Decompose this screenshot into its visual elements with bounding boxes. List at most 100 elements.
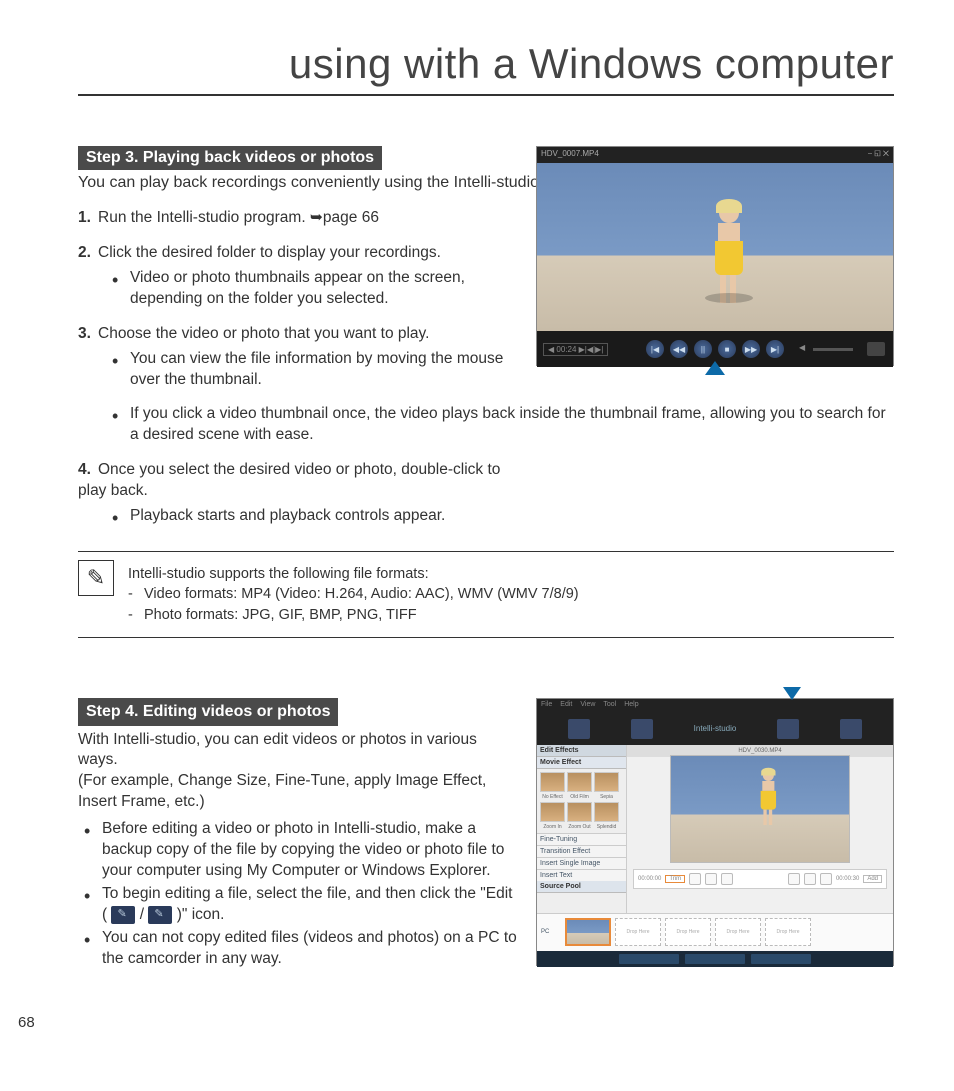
editor-bottom-bar: [537, 951, 893, 967]
page-number: 68: [18, 1014, 35, 1031]
add-button[interactable]: Add: [863, 875, 882, 883]
step3-item-1: 1.Run the Intelli-studio program. ➥page …: [78, 208, 518, 229]
editor-menubar: File Edit View Tool Help: [537, 699, 893, 713]
window-controls-icon: ⎯ ◱ ✕: [868, 149, 889, 161]
step3-item-3-text: Choose the video or photo that you want …: [98, 325, 429, 342]
timeline-start: 00:00:00: [638, 876, 661, 882]
step4-bullet-2: To begin editing a file, select the file…: [102, 884, 518, 926]
clip-selected[interactable]: [565, 918, 611, 946]
side-item-insert-text[interactable]: Insert Text: [537, 869, 626, 881]
tl-btn[interactable]: [705, 873, 717, 885]
editor-main: HDV_0030.MP4 00:00:00 Trim 00:00:30 Add: [627, 745, 893, 913]
effect-thumb[interactable]: [540, 802, 565, 822]
menu-file[interactable]: File: [541, 701, 552, 711]
toolbar-btn-3[interactable]: [777, 719, 799, 739]
note-line-3: Photo formats: JPG, GIF, BMP, PNG, TIFF: [128, 605, 894, 625]
step3-section: Step 3. Playing back videos or photos Yo…: [78, 146, 894, 527]
step4-bullet-1: Before editing a video or photo in Intel…: [102, 819, 518, 882]
note-line-2: Video formats: MP4 (Video: H.264, Audio:…: [128, 584, 894, 604]
prev-button[interactable]: |◀: [646, 340, 664, 358]
menu-help[interactable]: Help: [624, 701, 638, 711]
side-source-pool[interactable]: Source Pool: [537, 881, 626, 893]
step3-label: Step 3. Playing back videos or photos: [78, 146, 382, 170]
menu-tool[interactable]: Tool: [603, 701, 616, 711]
step4-bullet-3: You can not copy edited files (videos an…: [102, 928, 518, 970]
tl-btn[interactable]: [721, 873, 733, 885]
callout-arrow-icon: [705, 361, 725, 375]
player-screenshot: HDV_0007.MP4 ⎯ ◱ ✕ ◀ 00:24 ▶|◀|▶| |◀ ◀◀ …: [536, 146, 894, 366]
tl-play-prev[interactable]: [788, 873, 800, 885]
step3-list: 1.Run the Intelli-studio program. ➥page …: [78, 208, 518, 390]
menu-edit[interactable]: Edit: [560, 701, 572, 711]
clip-drop-4[interactable]: Drop Here: [765, 918, 811, 946]
volume-slider[interactable]: [813, 348, 853, 351]
snapshot-button[interactable]: [867, 342, 885, 356]
bottom-btn-2[interactable]: [685, 954, 745, 964]
note-box: ✎ Intelli-studio supports the following …: [78, 551, 894, 638]
step3-item-4-text: Once you select the desired video or pho…: [78, 461, 500, 499]
toolbar-btn-2[interactable]: [631, 719, 653, 739]
note-icon: ✎: [78, 560, 114, 596]
player-titlebar: HDV_0007.MP4 ⎯ ◱ ✕: [537, 147, 893, 163]
forward-button[interactable]: ▶▶: [742, 340, 760, 358]
next-button[interactable]: ▶|: [766, 340, 784, 358]
step3-item-1-text: Run the Intelli-studio program. ➥page 66: [98, 209, 379, 226]
edit-movie-icon: [111, 906, 135, 924]
editor-timeline[interactable]: 00:00:00 Trim 00:00:30 Add: [633, 869, 887, 889]
editor-toolbar: Intelli-studio: [537, 713, 893, 745]
step3-item-2: 2.Click the desired folder to display yo…: [78, 243, 518, 310]
menu-view[interactable]: View: [580, 701, 595, 711]
step3-item-3-sub2: If you click a video thumbnail once, the…: [130, 404, 894, 446]
note-line-1: Intelli-studio supports the following fi…: [128, 564, 894, 584]
clip-drop-2[interactable]: Drop Here: [665, 918, 711, 946]
step3-item-2-text: Click the desired folder to display your…: [98, 244, 441, 261]
editor-clip-strip: PC Drop Here Drop Here Drop Here Drop He…: [537, 913, 893, 951]
tl-play-next[interactable]: [820, 873, 832, 885]
editor-brand: Intelli-studio: [694, 724, 737, 733]
effect-thumb[interactable]: [567, 802, 592, 822]
player-time-label: ◀ 00:24 ▶|◀|▶|: [543, 343, 608, 356]
clip-drop-3[interactable]: Drop Here: [715, 918, 761, 946]
play-button[interactable]: ||: [694, 340, 712, 358]
step3-item-3-sub1: You can view the file information by mov…: [130, 349, 518, 391]
page-title: using with a Windows computer: [78, 40, 894, 96]
step4-para-1: With Intelli-studio, you can edit videos…: [78, 730, 518, 772]
side-header-effects: Edit Effects: [537, 745, 626, 757]
tl-play[interactable]: [804, 873, 816, 885]
step3-item-4-sub: Playback starts and playback controls ap…: [130, 506, 518, 527]
timeline-end: 00:00:30: [836, 876, 859, 882]
step3-item-2-sub: Video or photo thumbnails appear on the …: [130, 268, 518, 310]
step4-label: Step 4. Editing videos or photos: [78, 698, 338, 726]
effect-thumb[interactable]: [540, 772, 565, 792]
step4-b2-c: )" icon.: [177, 906, 225, 923]
bottom-btn-1[interactable]: [619, 954, 679, 964]
effect-thumb[interactable]: [567, 772, 592, 792]
rewind-button[interactable]: ◀◀: [670, 340, 688, 358]
toolbar-btn-4[interactable]: [840, 719, 862, 739]
effect-thumb[interactable]: [594, 772, 619, 792]
step4-para-2: (For example, Change Size, Fine-Tune, ap…: [78, 771, 518, 813]
edit-photo-icon: [148, 906, 172, 924]
player-video-area: [537, 163, 893, 331]
step3-item-3: 3.Choose the video or photo that you wan…: [78, 324, 518, 391]
side-item-insert-image[interactable]: Insert Single Image: [537, 857, 626, 869]
player-filename: HDV_0007.MP4: [541, 149, 599, 161]
trim-button[interactable]: Trim: [665, 875, 685, 883]
callout-arrow-down-icon: [783, 687, 801, 700]
step3-item-4: 4.Once you select the desired video or p…: [78, 460, 518, 527]
editor-side-panel: Edit Effects Movie Effect No EffectOld F…: [537, 745, 627, 913]
step4-b2-b: /: [140, 906, 149, 923]
effect-thumbs: No EffectOld FilmSepia Zoom InZoom OutSp…: [537, 769, 626, 833]
stop-button[interactable]: ■: [718, 340, 736, 358]
step4-section: Step 4. Editing videos or photos With In…: [78, 698, 894, 970]
toolbar-btn-1[interactable]: [568, 719, 590, 739]
bottom-btn-3[interactable]: [751, 954, 811, 964]
tl-btn[interactable]: [689, 873, 701, 885]
clip-drop-1[interactable]: Drop Here: [615, 918, 661, 946]
side-item-transition[interactable]: Transition Effect: [537, 845, 626, 857]
side-item-finetuning[interactable]: Fine-Tuning: [537, 833, 626, 845]
side-header-movie[interactable]: Movie Effect: [537, 757, 626, 769]
editor-preview: [670, 755, 850, 863]
editor-screenshot: File Edit View Tool Help Intelli-studio …: [536, 698, 894, 966]
effect-thumb[interactable]: [594, 802, 619, 822]
